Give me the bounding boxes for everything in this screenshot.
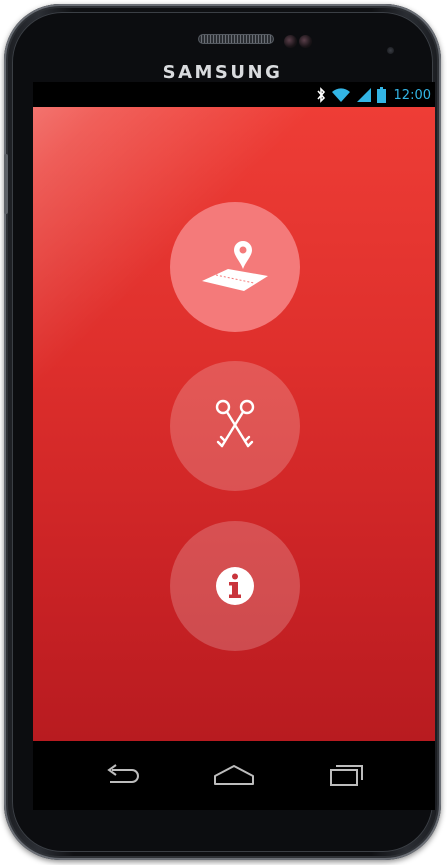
brand-logo: SAMSUNG (162, 62, 283, 83)
light-sensor (387, 47, 394, 54)
earpiece-speaker (198, 34, 274, 44)
map-location-button[interactable] (170, 202, 300, 332)
back-button[interactable] (95, 753, 151, 797)
navigation-bar (33, 741, 435, 810)
phone-frame: SAMSUNG 12:00 (4, 4, 441, 860)
app-main-screen (33, 107, 435, 741)
wifi-icon (331, 88, 350, 102)
info-icon (216, 567, 254, 605)
home-icon (214, 765, 254, 785)
phone-screen: 12:00 (33, 82, 435, 810)
crossed-keys-icon (215, 399, 255, 448)
status-time: 12:00 (393, 87, 431, 103)
back-icon (107, 764, 139, 783)
status-bar: 12:00 (33, 82, 435, 107)
map-pin-icon (202, 241, 268, 291)
front-camera (284, 35, 297, 48)
bluetooth-icon (316, 87, 325, 103)
status-icons: 12:00 (316, 85, 431, 105)
home-button[interactable] (206, 753, 262, 797)
info-button[interactable] (170, 521, 300, 651)
battery-icon (376, 87, 386, 103)
proximity-sensor (299, 35, 312, 48)
volume-button (4, 154, 8, 214)
recent-apps-icon (330, 765, 363, 786)
signal-icon (356, 88, 371, 102)
keys-button[interactable] (170, 361, 300, 491)
recent-apps-button[interactable] (318, 753, 374, 797)
